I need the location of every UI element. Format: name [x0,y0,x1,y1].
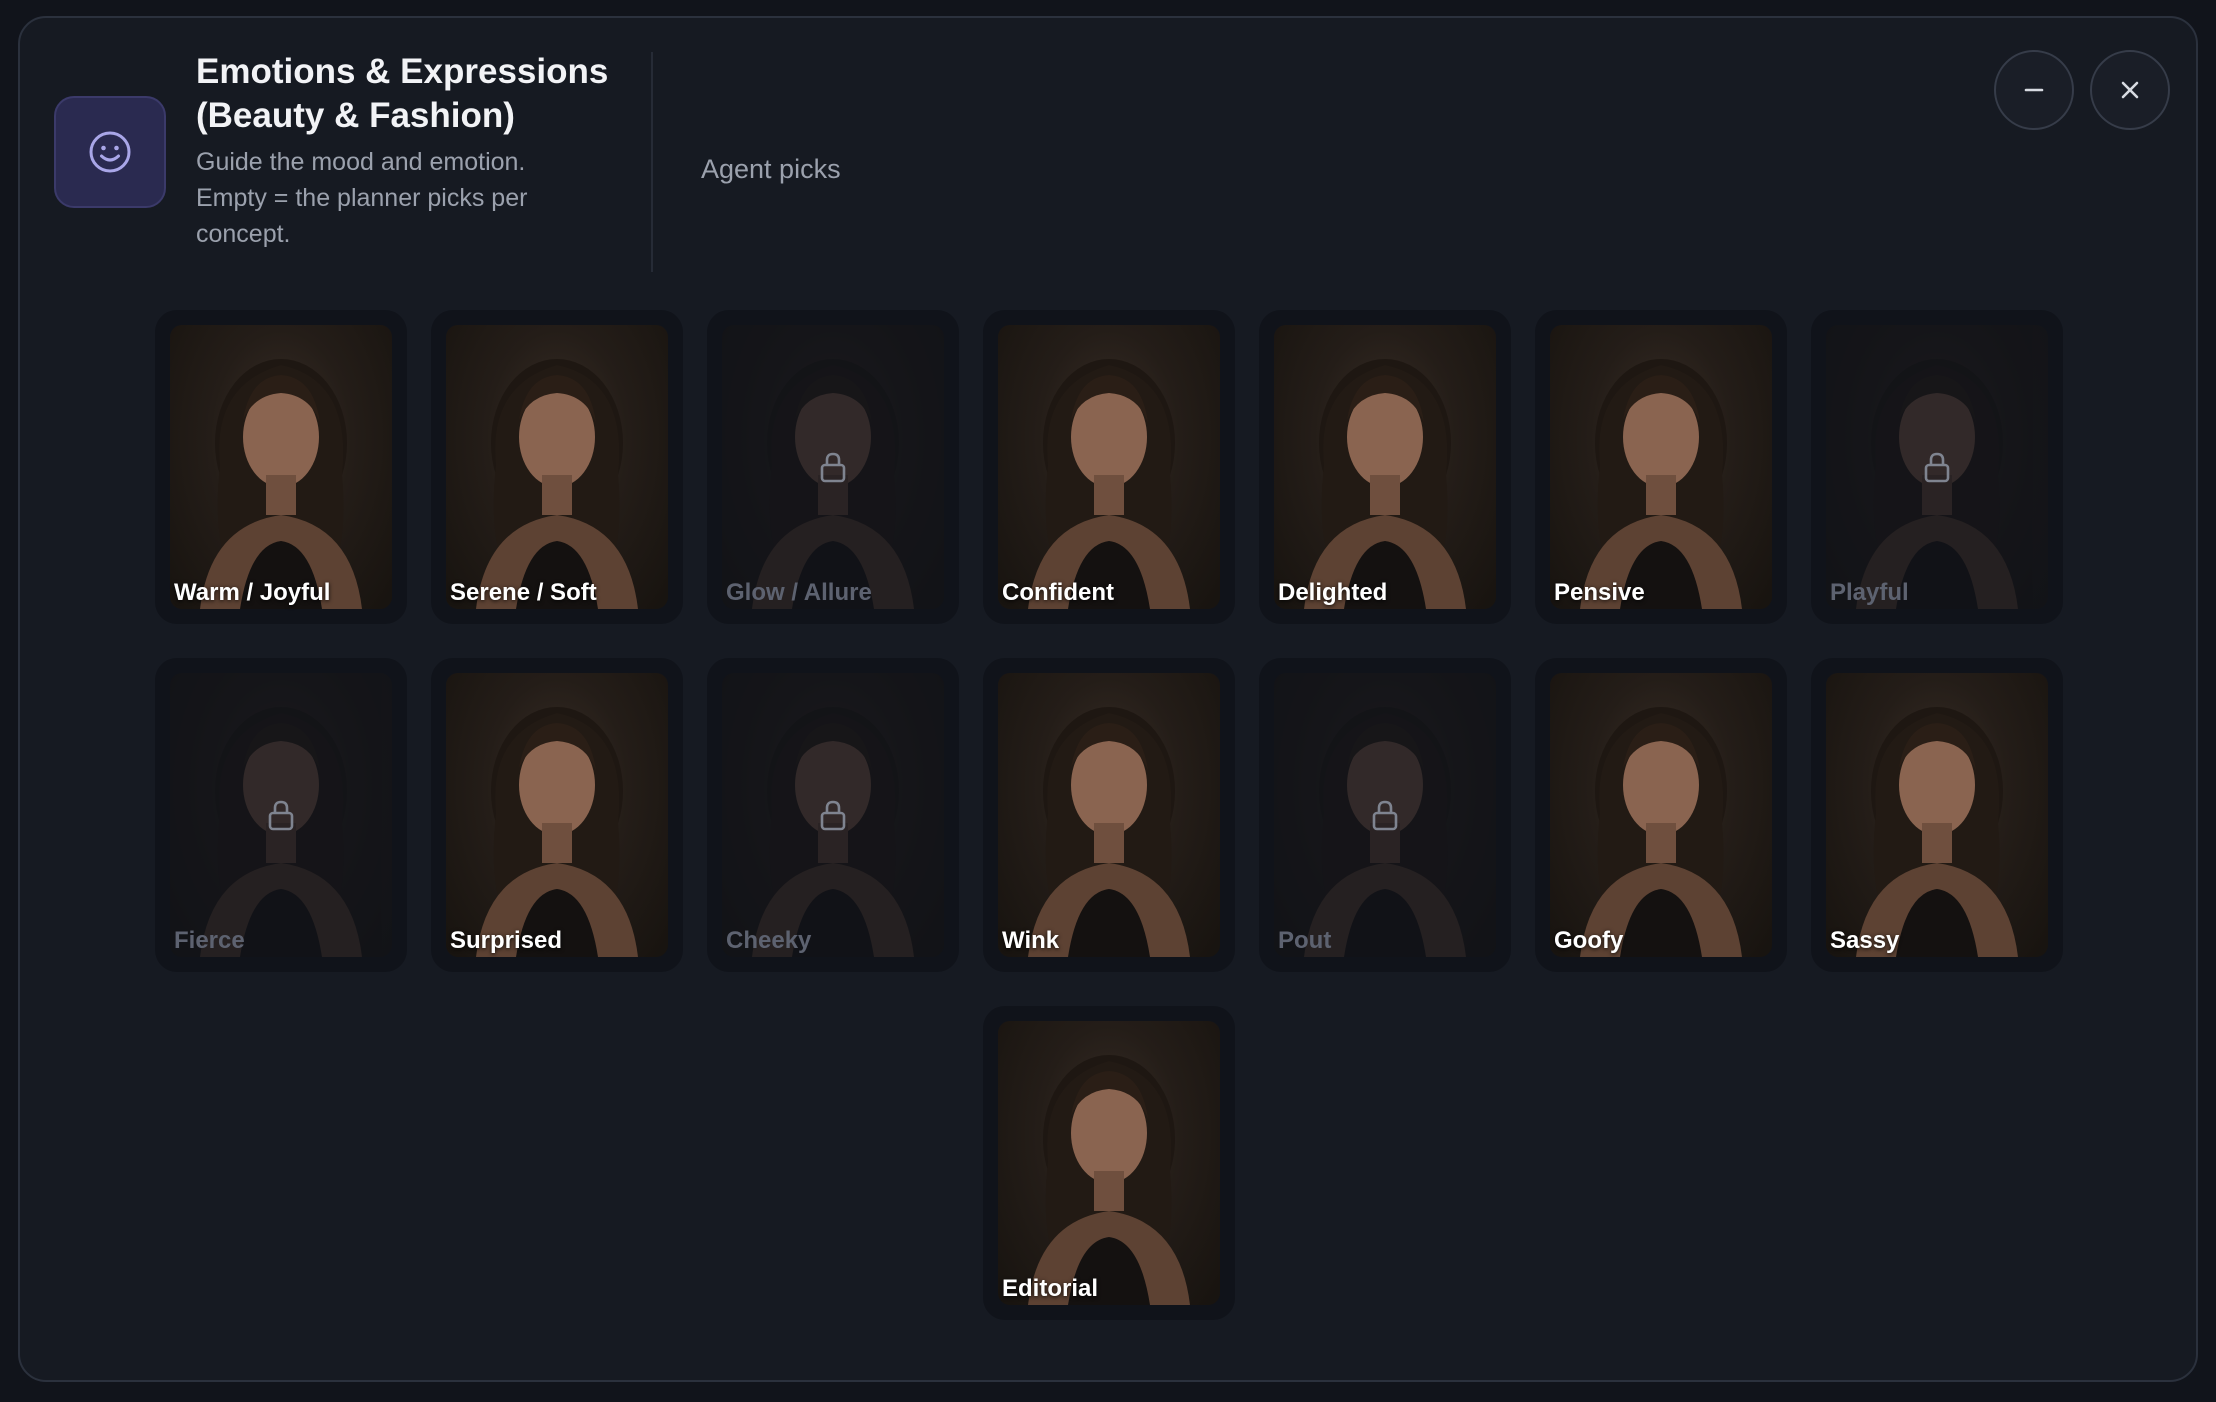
header-divider [651,52,653,272]
expression-card[interactable]: Delighted [1259,310,1511,624]
expression-card[interactable]: Goofy [1535,658,1787,972]
expression-card[interactable]: Serene / Soft [431,310,683,624]
expression-photo [1826,673,2048,957]
expression-photo [446,325,668,609]
expressions-panel: Emotions & Expressions (Beauty & Fashion… [18,16,2198,1382]
expression-label: Delighted [1278,579,1388,606]
expression-card: Cheeky [707,658,959,972]
panel-subtitle: Guide the mood and emotion. Empty = the … [196,148,528,248]
expression-photo [446,673,668,957]
portrait-image [476,359,638,609]
expression-grid: Warm / Joyful Serene / Soft Glow / Allure C… [155,310,2091,1320]
portrait-image [200,359,362,609]
panel-title: Emotions & Expressions (Beauty & Fashion… [196,52,609,135]
expression-label: Goofy [1554,927,1624,954]
portrait-image [1580,707,1742,957]
expression-card: Pout [1259,658,1511,972]
expression-card[interactable]: Warm / Joyful [155,310,407,624]
expression-label: Fierce [174,927,245,954]
expression-photo [998,325,1220,609]
expression-card: Playful [1811,310,2063,624]
expression-photo [170,325,392,609]
expression-card: Fierce [155,658,407,972]
expression-card[interactable]: Editorial [983,1006,1235,1320]
portrait-image [476,707,638,957]
minus-icon [2024,88,2044,92]
expression-card[interactable]: Wink [983,658,1235,972]
smiley-face-icon [54,96,166,208]
minimize-button[interactable] [1994,50,2074,130]
expression-label: Cheeky [726,927,812,954]
portrait-image [1028,359,1190,609]
lock-icon [1924,452,1950,483]
expression-label: Sassy [1830,927,1900,954]
expression-label: Pout [1278,927,1332,954]
lock-icon [268,800,294,831]
expression-label: Playful [1830,579,1909,606]
expression-card[interactable]: Confident [983,310,1235,624]
expression-photo [1274,325,1496,609]
lock-icon [820,452,846,483]
expression-label: Surprised [450,927,563,954]
expression-card[interactable]: Surprised [431,658,683,972]
portrait-image [1856,707,2018,957]
expression-label: Editorial [1002,1275,1099,1302]
portrait-image [1028,707,1190,957]
expression-card[interactable]: Pensive [1535,310,1787,624]
expression-label: Wink [1002,927,1060,954]
lock-icon [1372,800,1398,831]
expression-label: Serene / Soft [450,579,597,606]
expression-photo [1550,673,1772,957]
expression-photo [998,673,1220,957]
expression-label: Pensive [1554,579,1645,606]
selection-status: Agent picks [701,154,841,184]
expression-label: Glow / Allure [726,579,872,606]
expression-photo [1550,325,1772,609]
close-button[interactable] [2090,50,2170,130]
expression-card[interactable]: Sassy [1811,658,2063,972]
lock-icon [820,800,846,831]
close-icon [2121,81,2139,99]
portrait-image [1304,359,1466,609]
portrait-image [1028,1055,1190,1305]
expression-card: Glow / Allure [707,310,959,624]
portrait-image [1580,359,1742,609]
expression-photo [998,1021,1220,1305]
expression-label: Warm / Joyful [174,579,331,606]
expression-label: Confident [1002,579,1114,606]
